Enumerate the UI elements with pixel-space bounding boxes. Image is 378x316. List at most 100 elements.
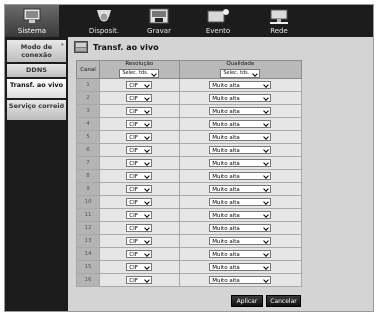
tab-rede[interactable]: Rede (252, 5, 306, 37)
sidebar-item-modo-de-conexao[interactable]: Modo de conexão » (7, 40, 66, 62)
resolution-cell: CIF (99, 247, 180, 261)
quality-select[interactable]: Muito alta (209, 276, 272, 284)
quality-select[interactable]: Muito alta (209, 263, 272, 271)
resolution-select[interactable]: CIF (126, 159, 153, 167)
resolution-select[interactable]: CIF (126, 263, 153, 271)
quality-select[interactable]: Muito alta (209, 81, 272, 89)
resolution-cell: CIF (99, 169, 180, 183)
resolution-select[interactable]: CIF (126, 224, 153, 232)
quality-cell: Muito alta (178, 260, 303, 274)
resolution-select[interactable]: CIF (126, 107, 153, 115)
quality-select[interactable]: Muito alta (209, 120, 272, 128)
tab-label: Gravar (147, 27, 171, 35)
monitor-icon (23, 8, 41, 23)
quality-select[interactable]: Muito alta (209, 198, 272, 206)
sidebar-item-label: Serviço correio (8, 102, 65, 110)
record-icon (149, 8, 169, 24)
resolution-cell: CIF (99, 104, 180, 118)
quality-header-label: Qualidade (226, 61, 255, 67)
resolution-select[interactable]: CIF (126, 198, 153, 206)
quality-cell: Muito alta (178, 78, 303, 92)
quality-select[interactable]: Muito alta (209, 133, 272, 141)
channel-cell: 16 (76, 273, 100, 287)
resolution-cell: CIF (99, 273, 180, 287)
quality-select[interactable]: Muito alta (209, 107, 272, 115)
quality-select[interactable]: Muito alta (209, 224, 272, 232)
tab-label: Evento (205, 27, 231, 35)
table-row: 5 CIF Muito alta (76, 130, 303, 144)
quality-cell: Muito alta (178, 169, 303, 183)
top-nav: Sistema Disposit. Gravar Evento Rede (5, 5, 373, 37)
chevron-icon: » (60, 42, 64, 48)
resolution-select[interactable]: CIF (126, 185, 153, 193)
resolution-select[interactable]: CIF (126, 146, 153, 154)
resolution-cell: CIF (99, 234, 180, 248)
quality-select[interactable]: Muito alta (209, 172, 272, 180)
table-row: 6 CIF Muito alta (76, 143, 303, 157)
cancel-button[interactable]: Cancelar (266, 295, 301, 307)
table-row: 8 CIF Muito alta (76, 169, 303, 183)
tab-gravar[interactable]: Gravar (132, 5, 186, 37)
quality-select[interactable]: Muito alta (209, 237, 272, 245)
quality-cell: Muito alta (178, 234, 303, 248)
resolution-select[interactable]: CIF (126, 81, 153, 89)
table-row: 9 CIF Muito alta (76, 182, 303, 196)
resolution-cell: CIF (99, 156, 180, 170)
channel-cell: 7 (76, 156, 100, 170)
quality-cell: Muito alta (178, 221, 303, 235)
resolution-cell: CIF (99, 130, 180, 144)
tab-disposit[interactable]: Disposit. (77, 5, 131, 37)
channel-header: Canal (76, 60, 100, 79)
quality-select[interactable]: Muito alta (209, 250, 272, 258)
resolution-select[interactable]: CIF (126, 120, 153, 128)
resolution-cell: CIF (99, 208, 180, 222)
sidebar-item-transf-ao-vivo[interactable]: Transf. ao vivo (7, 79, 66, 98)
quality-select[interactable]: Muito alta (209, 211, 272, 219)
resolution-select[interactable]: CIF (126, 211, 153, 219)
resolution-cell: CIF (99, 260, 180, 274)
tab-label: Rede (270, 27, 288, 35)
sidebar-item-ddns[interactable]: DDNS (7, 64, 66, 77)
quality-select[interactable]: Muito alta (209, 94, 272, 102)
quality-cell: Muito alta (178, 117, 303, 131)
quality-cell: Muito alta (178, 273, 303, 287)
channel-cell: 1 (76, 78, 100, 92)
event-icon (207, 9, 229, 23)
quality-select[interactable]: Muito alta (209, 185, 272, 193)
quality-cell: Muito alta (178, 143, 303, 157)
quality-select[interactable]: Muito alta (209, 159, 272, 167)
table-row: 2 CIF Muito alta (76, 91, 303, 105)
channel-cell: 9 (76, 182, 100, 196)
main-content: Transf. ao vivo Canal Resolução Selec. t… (68, 37, 373, 311)
quality-select-all[interactable]: Selec. tds. (220, 69, 261, 78)
tab-label: Disposit. (88, 27, 120, 35)
channel-cell: 5 (76, 130, 100, 144)
resolution-select-all[interactable]: Selec. tds. (119, 69, 160, 78)
resolution-select[interactable]: CIF (126, 276, 153, 284)
apply-button[interactable]: Aplicar (231, 295, 263, 307)
sidebar-item-servico-correio[interactable]: Serviço correio » (7, 100, 66, 120)
channel-cell: 12 (76, 221, 100, 235)
resolution-select[interactable]: CIF (126, 237, 153, 245)
table-row: 11 CIF Muito alta (76, 208, 303, 222)
table-row: 4 CIF Muito alta (76, 117, 303, 131)
table-row: 10 CIF Muito alta (76, 195, 303, 209)
page-header: Transf. ao vivo (68, 37, 373, 59)
network-icon (270, 9, 288, 24)
tab-evento[interactable]: Evento (191, 5, 245, 37)
resolution-header: Resolução Selec. tds. (99, 60, 180, 79)
resolution-cell: CIF (99, 117, 180, 131)
resolution-select[interactable]: CIF (126, 172, 153, 180)
sidebar: Modo de conexão » DDNS Transf. ao vivo S… (5, 37, 68, 311)
quality-select[interactable]: Muito alta (209, 146, 272, 154)
resolution-select[interactable]: CIF (126, 133, 153, 141)
resolution-select[interactable]: CIF (126, 94, 153, 102)
resolution-header-label: Resolução (125, 61, 154, 67)
tab-sistema[interactable]: Sistema (5, 5, 59, 37)
table-row: 12 CIF Muito alta (76, 221, 303, 235)
sidebar-item-label: DDNS (26, 66, 47, 74)
chevron-icon: » (60, 102, 64, 108)
channel-cell: 8 (76, 169, 100, 183)
channel-cell: 13 (76, 234, 100, 248)
resolution-select[interactable]: CIF (126, 250, 153, 258)
